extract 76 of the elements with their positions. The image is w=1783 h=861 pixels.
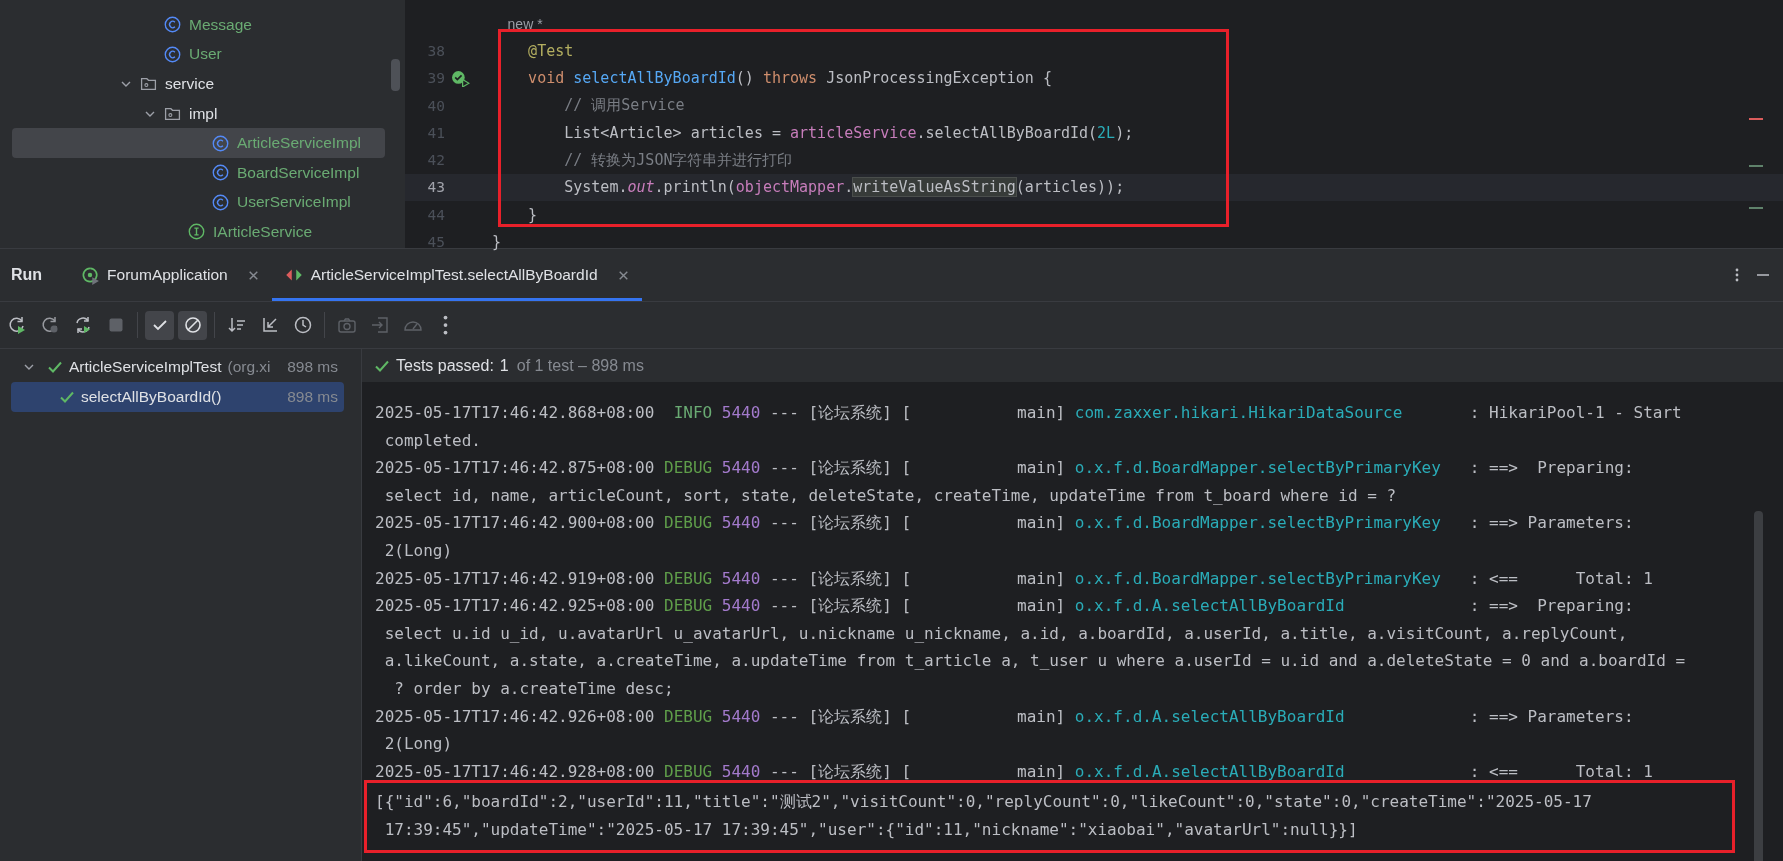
sort-icon — [226, 315, 247, 335]
log-line: 2025-05-17T17:46:42.919+08:00 DEBUG 5440 --- [论坛系统] [ main] o.x.f.d.BoardMapper.selectByPrimaryKey : <== Total: 1 — [375, 567, 1654, 590]
test-duration: 898 ms — [287, 388, 338, 406]
tree-item[interactable]: impl — [12, 98, 385, 129]
show-ignored-button[interactable] — [178, 310, 207, 340]
more-icon — [443, 315, 448, 335]
export-icon — [369, 315, 390, 335]
test-item[interactable]: selectAllByBoardId() 898 ms — [11, 382, 344, 412]
output-line: 17:39:45","updateTime":"2025-05-17 17:39:45","user":{"id":11,"nickname":"xiaobai","avatarUrl":null}}] — [383, 819, 1359, 842]
class-icon — [212, 134, 229, 152]
tree-item[interactable]: User — [12, 39, 385, 70]
code-line: @Test — [527, 41, 574, 60]
tree-item[interactable]: IArticleService — [12, 217, 385, 247]
code-line: void selectAllByBoardId() throws JsonProcessingException { — [527, 69, 1052, 88]
tree-label: service — [165, 75, 215, 93]
class-icon — [212, 193, 229, 211]
panel-title: Run — [11, 266, 43, 284]
log-line: ? order by a.createTime desc; — [393, 677, 675, 700]
output-line: [{"id":6,"boardId":2,"userId":11,"title":"测试2","visitCount":0,"replyCount":0,"likeCount":0,"state":0,"createTime":"2025-05-17 — [375, 791, 1593, 814]
tree-label: User — [189, 45, 222, 64]
folder-icon — [164, 105, 181, 123]
tree-item[interactable]: BoardServiceImpl — [12, 157, 385, 188]
class-icon — [164, 45, 181, 63]
log-line: 2025-05-17T17:46:42.875+08:00 DEBUG 5440 --- [论坛系统] [ main] o.x.f.d.BoardMapper.selectByPrimaryKey : ==> Preparing: — [375, 457, 1635, 480]
code-line: // 调用Service — [563, 96, 685, 116]
tree-label: impl — [189, 104, 218, 123]
test-package: (org.xi — [227, 358, 271, 376]
tree-item[interactable]: ArticleServiceImpl — [12, 128, 385, 158]
status-count: 1 — [499, 356, 509, 375]
run-test-icon[interactable] — [451, 69, 470, 87]
close-icon[interactable] — [246, 268, 260, 282]
clock-icon — [292, 315, 313, 335]
tree-label: Message — [189, 15, 252, 34]
tree-item[interactable]: UserServiceImpl — [12, 187, 385, 218]
folder-icon — [140, 75, 157, 93]
tree-label: UserServiceImpl — [237, 193, 351, 212]
class-icon — [164, 16, 181, 34]
status-text: Tests passed: — [396, 356, 494, 375]
scrollbar-thumb[interactable] — [391, 59, 400, 91]
log-line: 2025-05-17T17:46:42.925+08:00 DEBUG 5440 --- [论坛系统] [ main] o.x.f.d.A.selectAllByBoardId : ==> Preparing: — [375, 595, 1635, 618]
test-name: selectAllByBoardId() — [81, 388, 222, 406]
log-line: 2(Long) — [383, 733, 454, 756]
test-name: ArticleServiceImplTest — [69, 358, 222, 376]
code-line: // 转换为JSON字符串并进行打印 — [563, 150, 793, 170]
ban-icon — [182, 315, 203, 335]
tree-label: IArticleService — [213, 222, 313, 241]
code-line: new * — [506, 15, 543, 32]
interface-icon — [188, 223, 205, 241]
tree-label: ArticleServiceImpl — [237, 134, 362, 153]
log-line: select id, name, articleCount, sort, state, deleteState, createTime, updateTime from t_board where id = ? — [383, 484, 1398, 507]
class-icon — [212, 164, 229, 182]
app-icon — [80, 265, 101, 285]
tree-item[interactable]: service — [12, 69, 385, 99]
scrollbar-thumb[interactable] — [1754, 511, 1763, 861]
log-line: completed. — [383, 429, 482, 452]
log-line: 2025-05-17T17:46:42.928+08:00 DEBUG 5440 --- [论坛系统] [ main] o.x.f.d.A.selectAllByBoardId : <== Total: 1 — [375, 760, 1654, 783]
line-number: 43 — [427, 179, 445, 196]
log-line: 2025-05-17T17:46:42.900+08:00 DEBUG 5440 --- [论坛系统] [ main] o.x.f.d.BoardMapper.selectByPrimaryKey : ==> Parameters: — [375, 512, 1635, 535]
close-icon[interactable] — [616, 268, 630, 282]
camera-icon — [336, 315, 357, 335]
code-line: } — [527, 205, 538, 224]
log-line: 2025-05-17T17:46:42.926+08:00 DEBUG 5440 --- [论坛系统] [ main] o.x.f.d.A.selectAllByBoardId : ==> Parameters: — [375, 705, 1635, 728]
log-line: a.likeCount, a.state, a.createTime, a.updateTime from t_article a, t_user u where a.userId = u.id and a.deleteState = 0 and a.boardId = — [383, 650, 1687, 673]
test-item[interactable]: ArticleServiceImplTest (org.xi 898 ms — [11, 352, 344, 382]
log-line: select u.id u_id, u.avatarUrl u_avatarUrl, u.nickname u_nickname, a.id, a.boardId, a.userId, a.title, a.visitCount, a.replyCount, — [383, 622, 1629, 645]
log-line: 2025-05-17T17:46:42.868+08:00 INFO 5440 --- [论坛系统] [ main] com.zaxxer.hikari.HikariDataSource : HikariPool-1 - Start — [375, 402, 1683, 424]
code-line: } — [492, 233, 502, 251]
show-passed-button[interactable] — [145, 310, 174, 340]
status-detail: of 1 test – 898 ms — [516, 356, 644, 375]
tree-label: BoardServiceImpl — [237, 163, 360, 182]
tree-item[interactable]: Message — [12, 10, 385, 40]
test-duration: 898 ms — [287, 358, 338, 376]
run-tab[interactable]: ForumApplication — [68, 249, 272, 301]
log-line: 2(Long) — [383, 539, 454, 562]
code-line: System.out.println(objectMapper.writeValueAsString(articles)); — [563, 178, 1125, 197]
code-line: List<Article> articles = articleService.selectAllByBoardId(2L); — [563, 123, 1134, 142]
